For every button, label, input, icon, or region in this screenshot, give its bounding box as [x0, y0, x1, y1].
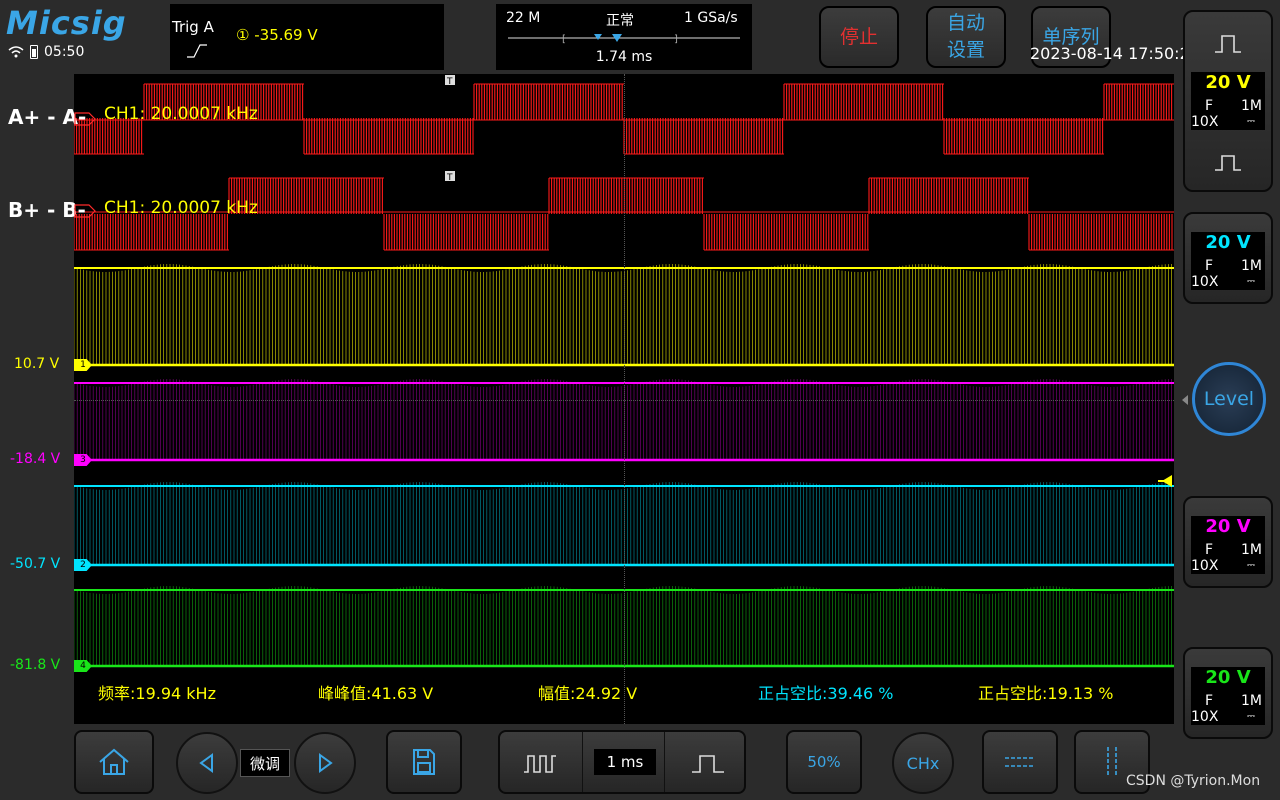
trigger-level: ① -35.69 V	[236, 26, 318, 44]
ch4-offset-label: -81.8 V	[10, 657, 61, 673]
ch4-probe: 10X	[1191, 709, 1219, 725]
waveform-display[interactable]: T T	[74, 74, 1174, 724]
timebase-control[interactable]: 1 ms	[498, 730, 746, 794]
fine-tune-left-button[interactable]	[176, 732, 238, 794]
ch3-probe: 10X	[1191, 558, 1219, 574]
dc-coupling-icon: ⎓	[1247, 116, 1255, 127]
timebase-decrease-icon[interactable]	[522, 752, 558, 776]
trigger-level-arrow-icon[interactable]	[1158, 474, 1174, 488]
watermark: CSDN @Tyrion.Mon	[1126, 773, 1261, 789]
battery-icon	[30, 45, 38, 59]
math-freq-b: CH1: 20.0007 kHz	[104, 198, 258, 218]
math-freq-a: CH1: 20.0007 kHz	[104, 104, 258, 124]
fine-tune-right-button[interactable]	[294, 732, 356, 794]
svg-text:[: [	[562, 34, 566, 45]
cursor-horizontal-button[interactable]	[982, 730, 1058, 794]
ch3-offset-label: -18.4 V	[10, 451, 61, 467]
measurement-frequency: 频率:19.94 kHz	[98, 684, 216, 703]
ch3-volts-div: 20 V	[1205, 516, 1251, 537]
wifi-icon	[8, 46, 24, 58]
home-button[interactable]	[74, 730, 154, 794]
status-bar: 05:50	[8, 44, 84, 60]
waveform-position-bar: [ ]	[508, 34, 740, 45]
ch3-panel[interactable]: 20 V F 1M 10X ⎓	[1183, 496, 1273, 588]
ch1-volts-div: 20 V	[1205, 72, 1251, 93]
svg-text:]: ]	[674, 34, 678, 45]
pulse-trigger-panel[interactable]: 20 V F 1M 10X ⎓	[1183, 10, 1273, 192]
brand-logo: Micsig	[6, 4, 127, 42]
svg-text:T: T	[446, 77, 453, 87]
acquire-mode: 正常	[606, 13, 634, 29]
ch2-volts-div: 20 V	[1205, 232, 1251, 253]
stop-button[interactable]: 停止	[819, 6, 899, 68]
save-button[interactable]	[386, 730, 462, 794]
ch2-offset-label: -50.7 V	[10, 556, 61, 572]
ch4-impedance: 1M	[1241, 693, 1262, 709]
save-icon	[413, 749, 435, 775]
math-b-marker	[74, 204, 96, 218]
trigger-info-panel[interactable]: Trig A ① -35.69 V	[170, 4, 444, 70]
trigger-label: Trig A	[172, 18, 214, 36]
ch1-coupling: F	[1205, 98, 1214, 114]
horizontal-position: 1.74 ms	[595, 49, 653, 65]
math-a-marker	[74, 112, 96, 126]
horizontal-cursor-icon	[1005, 757, 1035, 767]
timebase-increase-icon[interactable]	[690, 752, 726, 776]
vertical-cursor-icon	[1107, 747, 1117, 777]
home-icon	[99, 748, 129, 775]
memory-depth: 22 M	[506, 10, 541, 26]
ch4-coupling: F	[1205, 693, 1214, 709]
left-triangle-icon	[199, 753, 213, 773]
left-arrow-icon	[1182, 395, 1188, 405]
trigger-position-marker: T	[445, 75, 455, 87]
center-gridline-horizontal	[74, 400, 1174, 401]
pulse-low-icon	[1215, 155, 1241, 171]
fifty-percent-label: 50%	[807, 753, 841, 771]
ch1-probe: 10X	[1191, 114, 1219, 130]
measurement-duty-cycle-2: 正占空比:19.13 %	[978, 684, 1114, 703]
fifty-percent-button[interactable]: 50%	[786, 730, 862, 794]
measurement-duty-cycle-1: 正占空比:39.46 %	[758, 684, 894, 703]
measurement-peak-to-peak: 峰峰值:41.63 V	[318, 684, 434, 703]
time-per-div: 1 ms	[594, 749, 656, 775]
ch2-panel[interactable]: 20 V F 1M 10X ⎓	[1183, 212, 1273, 304]
ch1-impedance: 1M	[1241, 98, 1262, 114]
dc-coupling-icon: ⎓	[1247, 276, 1255, 287]
chx-label: CHx	[906, 753, 940, 773]
ch4-volts-div: 20 V	[1205, 667, 1251, 688]
measurement-amplitude: 幅值:24.92 V	[538, 684, 638, 703]
pulse-high-icon	[1215, 35, 1241, 53]
center-gridline-vertical	[624, 74, 625, 724]
ch1-scale-box[interactable]: 20 V F 1M 10X ⎓	[1191, 72, 1265, 130]
trigger-position-marker-2: T	[445, 171, 455, 183]
ch3-coupling: F	[1205, 542, 1214, 558]
dc-coupling-icon: ⎓	[1247, 711, 1255, 722]
ch2-probe: 10X	[1191, 274, 1219, 290]
divider	[582, 732, 583, 792]
sample-rate: 1 GSa/s	[684, 10, 738, 26]
ch1-offset-label: 10.7 V	[14, 356, 60, 372]
auto-setup-button[interactable]: 自动 设置	[926, 6, 1006, 68]
level-knob-button[interactable]: Level	[1192, 362, 1266, 436]
channel-select-button[interactable]: CHx	[892, 732, 954, 794]
fine-tune-label[interactable]: 微调	[240, 749, 290, 777]
rising-edge-icon	[187, 44, 207, 58]
right-triangle-icon	[319, 753, 333, 773]
ch3-impedance: 1M	[1241, 542, 1262, 558]
date-time: 2023-08-14 17:50:22	[1030, 44, 1200, 63]
ch2-coupling: F	[1205, 258, 1214, 274]
svg-text:T: T	[446, 173, 453, 183]
ch2-impedance: 1M	[1241, 258, 1262, 274]
divider	[664, 732, 665, 792]
timebase-panel[interactable]: 22 M 正常 1 GSa/s [ ] 1.74 ms	[496, 4, 752, 70]
ch4-panel[interactable]: 20 V F 1M 10X ⎓	[1183, 647, 1273, 739]
dc-coupling-icon: ⎓	[1247, 560, 1255, 571]
clock: 05:50	[44, 44, 85, 60]
